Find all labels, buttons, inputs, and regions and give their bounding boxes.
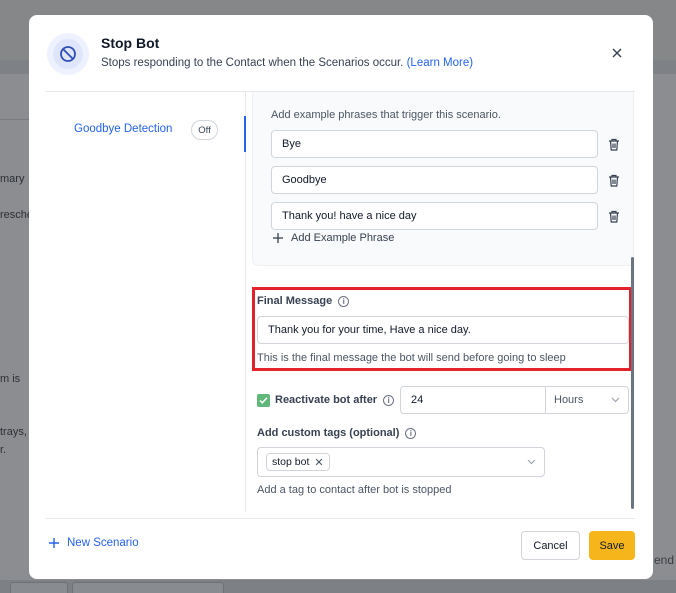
- info-icon[interactable]: i: [338, 295, 350, 307]
- background-input: [72, 582, 224, 593]
- modal-title: Stop Bot: [101, 35, 160, 51]
- remove-tag-icon[interactable]: ✕: [314, 456, 323, 469]
- reactivate-label: Reactivate bot after i: [275, 394, 395, 406]
- example-phrases-box: Add example phrases that trigger this sc…: [252, 92, 634, 266]
- background-text: m is: [0, 373, 21, 385]
- reactivate-checkbox[interactable]: [257, 394, 270, 407]
- unit-value: Hours: [554, 394, 584, 406]
- trash-icon[interactable]: [606, 208, 622, 224]
- reactivate-label-text: Reactivate bot after: [275, 394, 378, 406]
- add-phrase-label: Add Example Phrase: [291, 232, 395, 244]
- background-divider: [0, 119, 30, 120]
- phrase-input[interactable]: Bye: [271, 130, 598, 158]
- scenario-toggle[interactable]: Off: [191, 120, 218, 140]
- modal-subtitle: Stops responding to the Contact when the…: [101, 57, 473, 69]
- scrollbar[interactable]: [631, 257, 634, 509]
- custom-tags-helper: Add a tag to contact after bot is stoppe…: [257, 484, 452, 496]
- cancel-button[interactable]: Cancel: [521, 531, 580, 560]
- ban-icon: [53, 39, 83, 69]
- chevron-down-icon[interactable]: [527, 459, 536, 465]
- background-input: [10, 582, 68, 593]
- plus-icon: [49, 538, 59, 548]
- close-button[interactable]: [607, 43, 627, 63]
- reactivate-unit-select[interactable]: Hours: [545, 386, 629, 414]
- scenario-label: Goodbye Detection: [74, 123, 173, 135]
- background-text: r.: [0, 444, 7, 456]
- footer-divider: [46, 518, 635, 519]
- close-icon: [612, 48, 622, 58]
- add-example-phrase-button[interactable]: Add Example Phrase: [273, 232, 394, 244]
- phrase-input[interactable]: Goodbye: [271, 166, 598, 194]
- scenario-detail: Add example phrases that trigger this sc…: [247, 92, 635, 518]
- reactivate-duration-input[interactable]: 24: [400, 386, 546, 414]
- scenario-item-goodbye-detection[interactable]: Goodbye Detection Off: [46, 114, 246, 152]
- new-scenario-label: New Scenario: [67, 537, 139, 549]
- trash-icon[interactable]: [606, 136, 622, 152]
- custom-tags-label: Add custom tags (optional) i: [257, 427, 417, 439]
- plus-icon: [273, 233, 283, 243]
- info-icon[interactable]: i: [405, 427, 417, 439]
- final-message-input[interactable]: Thank you for your time, Have a nice day…: [257, 316, 629, 344]
- background-text: end: [653, 553, 674, 567]
- learn-more-link[interactable]: (Learn More): [407, 57, 473, 69]
- info-icon[interactable]: i: [383, 394, 395, 406]
- final-message-label-text: Final Message: [257, 295, 333, 307]
- tag-chip: stop bot ✕: [266, 453, 330, 471]
- final-message-helper: This is the final message the bot will s…: [257, 352, 566, 364]
- chevron-down-icon: [611, 397, 620, 403]
- active-indicator: [244, 116, 246, 152]
- custom-tags-input[interactable]: stop bot ✕: [257, 447, 545, 477]
- background-text: trays,: [0, 426, 27, 438]
- new-scenario-button[interactable]: New Scenario: [49, 537, 139, 549]
- custom-tags-label-text: Add custom tags (optional): [257, 427, 400, 439]
- modal-subtitle-text: Stops responding to the Contact when the…: [101, 57, 404, 69]
- stop-bot-modal: Stop Bot Stops responding to the Contact…: [29, 15, 653, 579]
- trash-icon[interactable]: [606, 172, 622, 188]
- phrase-input[interactable]: Thank you! have a nice day: [271, 202, 598, 230]
- save-button[interactable]: Save: [589, 531, 635, 560]
- check-icon: [259, 397, 268, 404]
- phrases-hint: Add example phrases that trigger this sc…: [271, 109, 501, 121]
- tag-chip-label: stop bot: [272, 456, 310, 468]
- modal-header: Stop Bot Stops responding to the Contact…: [29, 15, 653, 92]
- background-text: mary: [0, 173, 25, 185]
- final-message-label: Final Message i: [257, 295, 350, 307]
- header-icon-badge: [47, 33, 89, 75]
- scenario-list: Goodbye Detection Off: [46, 92, 246, 512]
